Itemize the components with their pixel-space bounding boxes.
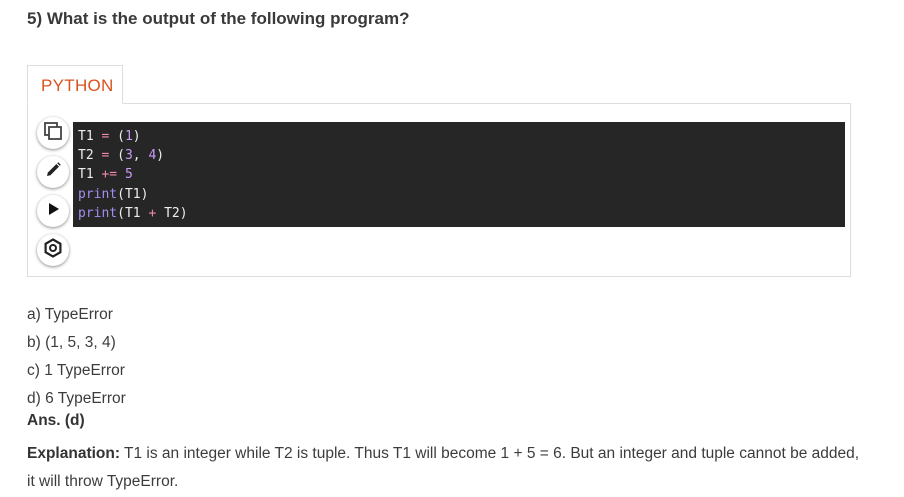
option-c: c) 1 TypeError — [27, 362, 125, 379]
code-token: ( — [109, 148, 125, 164]
code-token: 3 — [124, 148, 133, 164]
code-token: += — [101, 167, 118, 183]
option-a: a) TypeError — [27, 306, 113, 323]
option-b: b) (1, 5, 3, 4) — [27, 334, 116, 351]
copy-button[interactable] — [37, 117, 69, 149]
code-editor[interactable]: T1 = (1) T2 = (3, 4) T1 += 5 print(T1) p… — [73, 122, 845, 227]
tab-python[interactable]: PYTHON — [27, 65, 123, 104]
code-line: T2 = (3, 4) — [78, 146, 845, 165]
tab-label: PYTHON — [41, 76, 114, 95]
gear-icon — [43, 237, 63, 263]
code-line: T1 += 5 — [78, 165, 845, 184]
edit-button[interactable] — [37, 156, 69, 188]
code-token: , — [132, 148, 149, 164]
answer-options: a) TypeError b) (1, 5, 3, 4) c) 1 TypeEr… — [27, 301, 126, 413]
code-token: print — [78, 205, 118, 221]
option-d: d) 6 TypeError — [27, 390, 126, 407]
run-button[interactable] — [37, 195, 69, 227]
pencil-icon — [44, 161, 62, 184]
settings-button[interactable] — [37, 234, 69, 266]
question-title: 5) What is the output of the following p… — [27, 9, 410, 28]
explanation-text: T1 is an integer while T2 is tuple. Thus… — [27, 445, 860, 490]
code-token: print — [78, 186, 118, 202]
code-token: ) — [156, 148, 165, 164]
code-token: 1 — [124, 129, 133, 144]
explanation: Explanation: T1 is an integer while T2 i… — [27, 440, 867, 496]
code-token: T2) — [156, 205, 188, 221]
code-token: (T1) — [117, 186, 149, 202]
code-token: 5 — [124, 167, 133, 183]
code-token: ) — [132, 129, 141, 144]
copy-icon — [42, 120, 64, 147]
code-token: T1 — [78, 129, 102, 144]
code-line: print(T1 + T2) — [78, 204, 845, 223]
explanation-label: Explanation: — [27, 445, 121, 462]
code-token: T2 — [78, 148, 102, 164]
code-token: (T1 — [117, 205, 149, 221]
code-line: T1 = (1) — [78, 127, 845, 146]
play-icon — [45, 201, 61, 222]
code-token: ( — [109, 129, 125, 144]
code-line: print(T1) — [78, 185, 845, 204]
answer-label: Ans. (d) — [27, 412, 85, 429]
code-token: T1 — [78, 167, 102, 183]
